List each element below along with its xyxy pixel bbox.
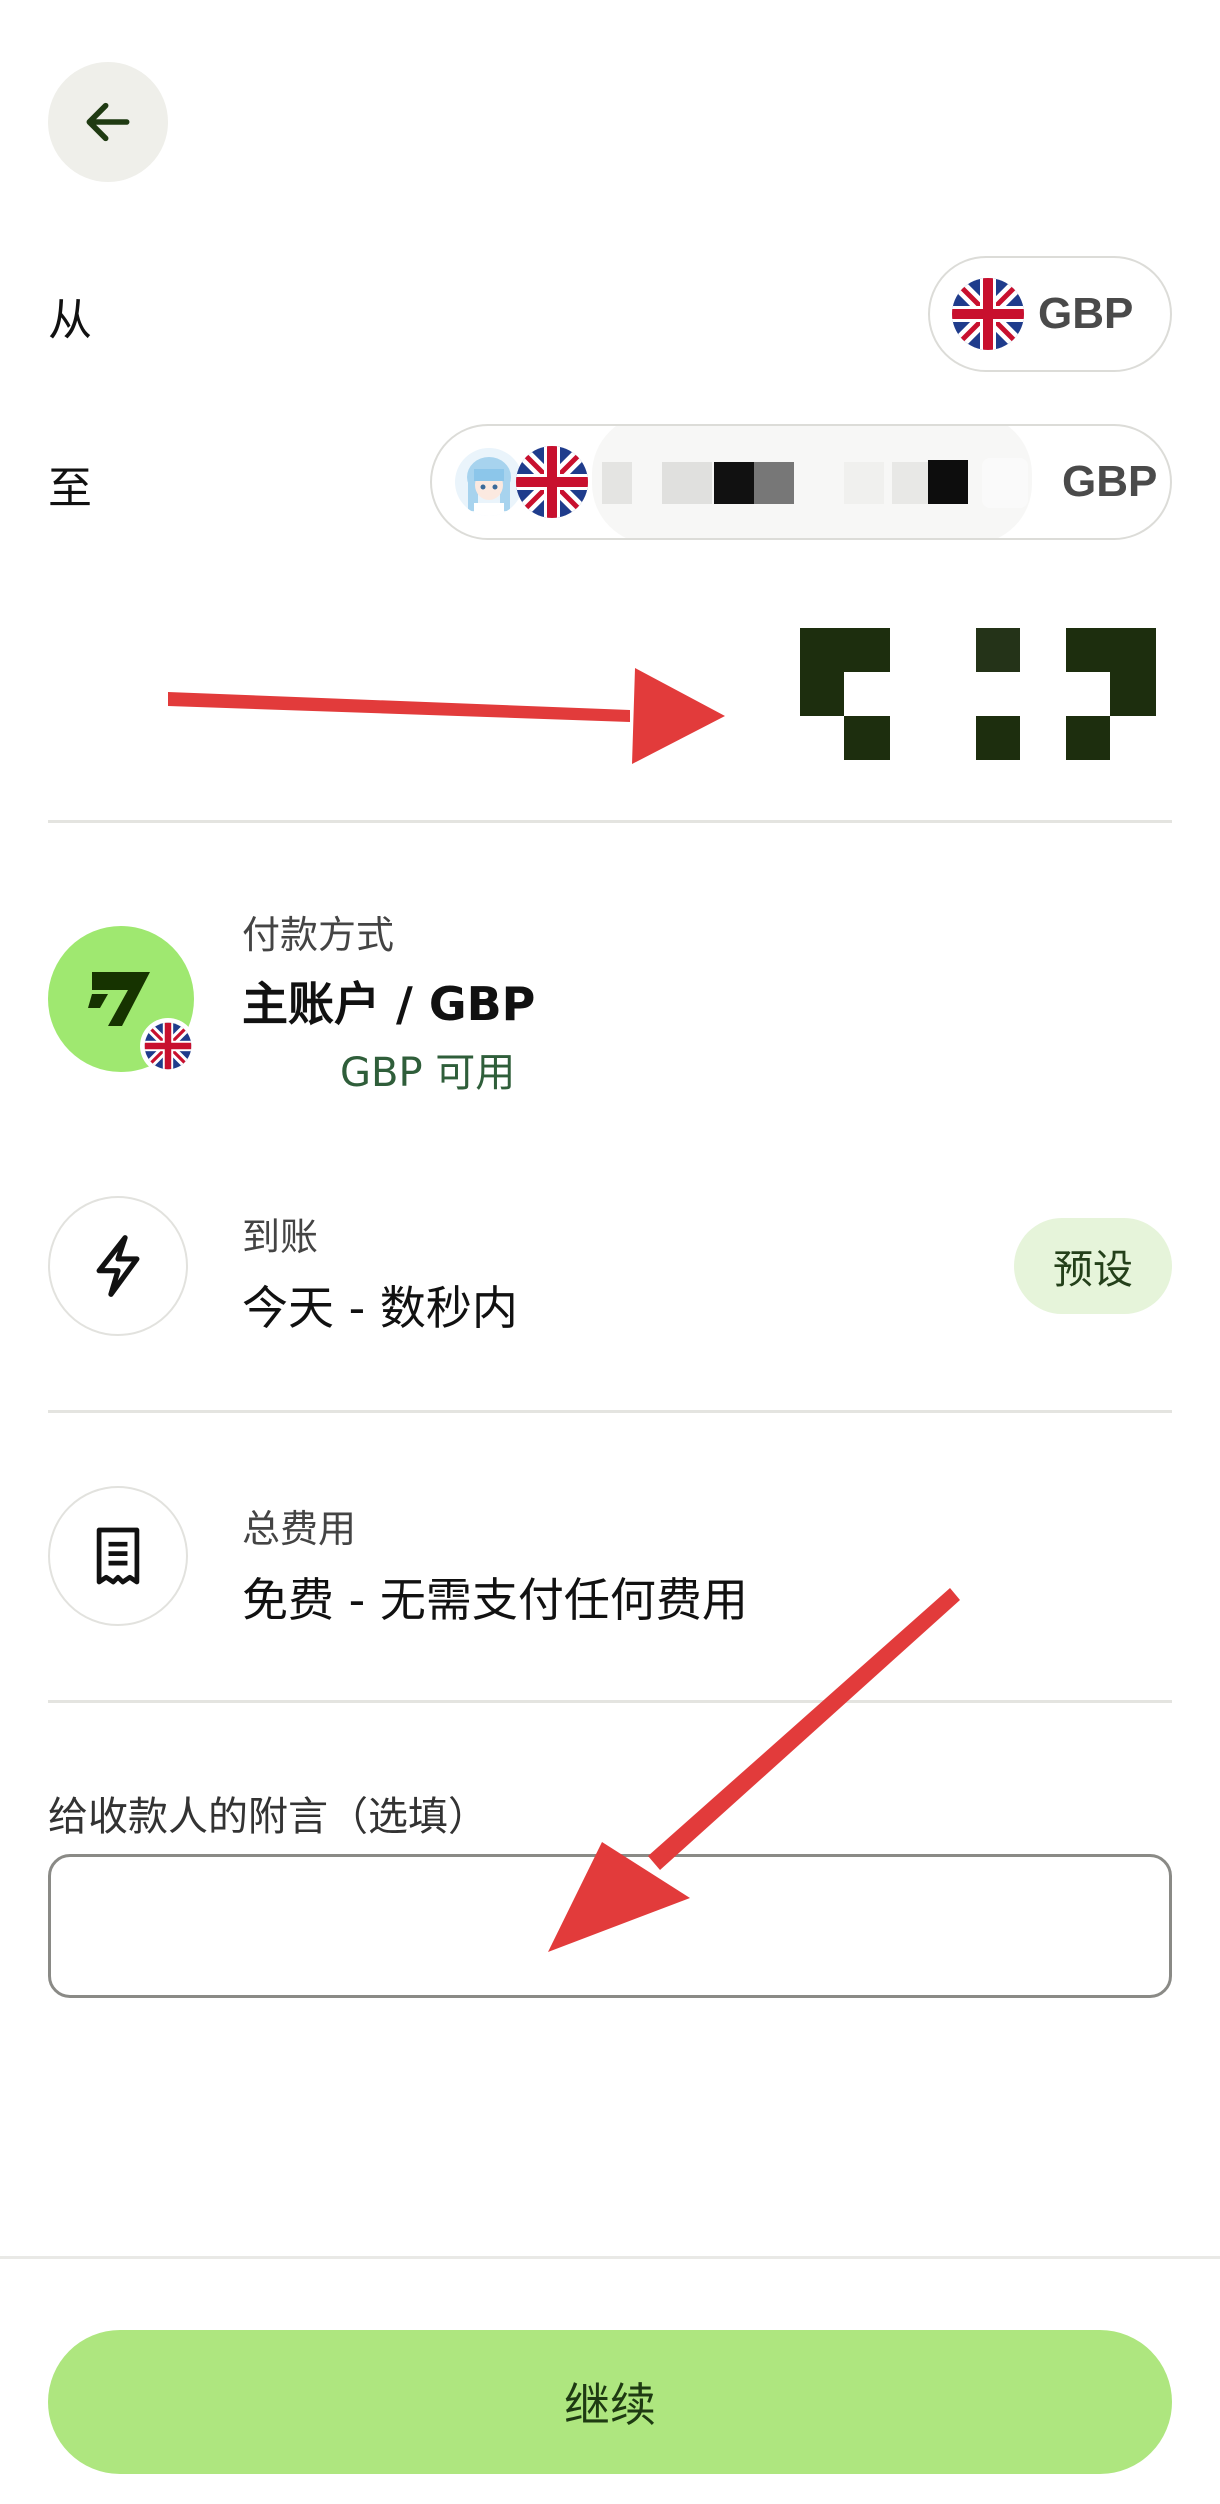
from-currency-code: GBP [1038,289,1134,338]
annotation-arrow-diagonal [548,1588,960,1952]
redacted-recipient-name [592,426,1062,538]
to-currency-code: GBP [1062,457,1158,506]
default-badge: 预设 [1014,1218,1172,1314]
uk-flag-icon [952,278,1024,350]
continue-button[interactable]: 继续 [48,2330,1172,2474]
from-currency-selector[interactable]: GBP [928,256,1172,372]
arrival-icon-container [48,1196,188,1336]
payment-account[interactable]: 主账户 / GBP [242,968,535,1034]
fees-label: 总费用 [242,1507,357,1551]
to-label: 至 [48,463,92,514]
divider [48,820,1172,823]
receipt-icon [96,1527,140,1585]
payment-method-label: 付款方式 [242,913,395,957]
recipient-selector[interactable]: GBP [430,424,1172,540]
arrow-left-icon [86,102,130,142]
uk-flag-icon [140,1018,196,1074]
fees-icon-container [48,1486,188,1626]
payment-method-icon [48,926,196,1074]
redacted-amount [800,628,1156,760]
available-balance: GBP 可用 [340,1050,516,1096]
footer-divider [0,2256,1220,2259]
arrival-label: 到账 [242,1215,319,1259]
note-label: 给收款人的附言（选填） [48,1794,488,1840]
anime-avatar-icon [455,448,523,516]
back-button[interactable] [48,62,168,182]
from-label: 从 [48,295,92,346]
lightning-icon [96,1235,140,1297]
arrival-value: 今天 - 数秒内 [242,1281,518,1335]
uk-flag-icon [516,446,588,518]
divider [48,1410,1172,1413]
annotation-arrow-right [168,668,725,764]
